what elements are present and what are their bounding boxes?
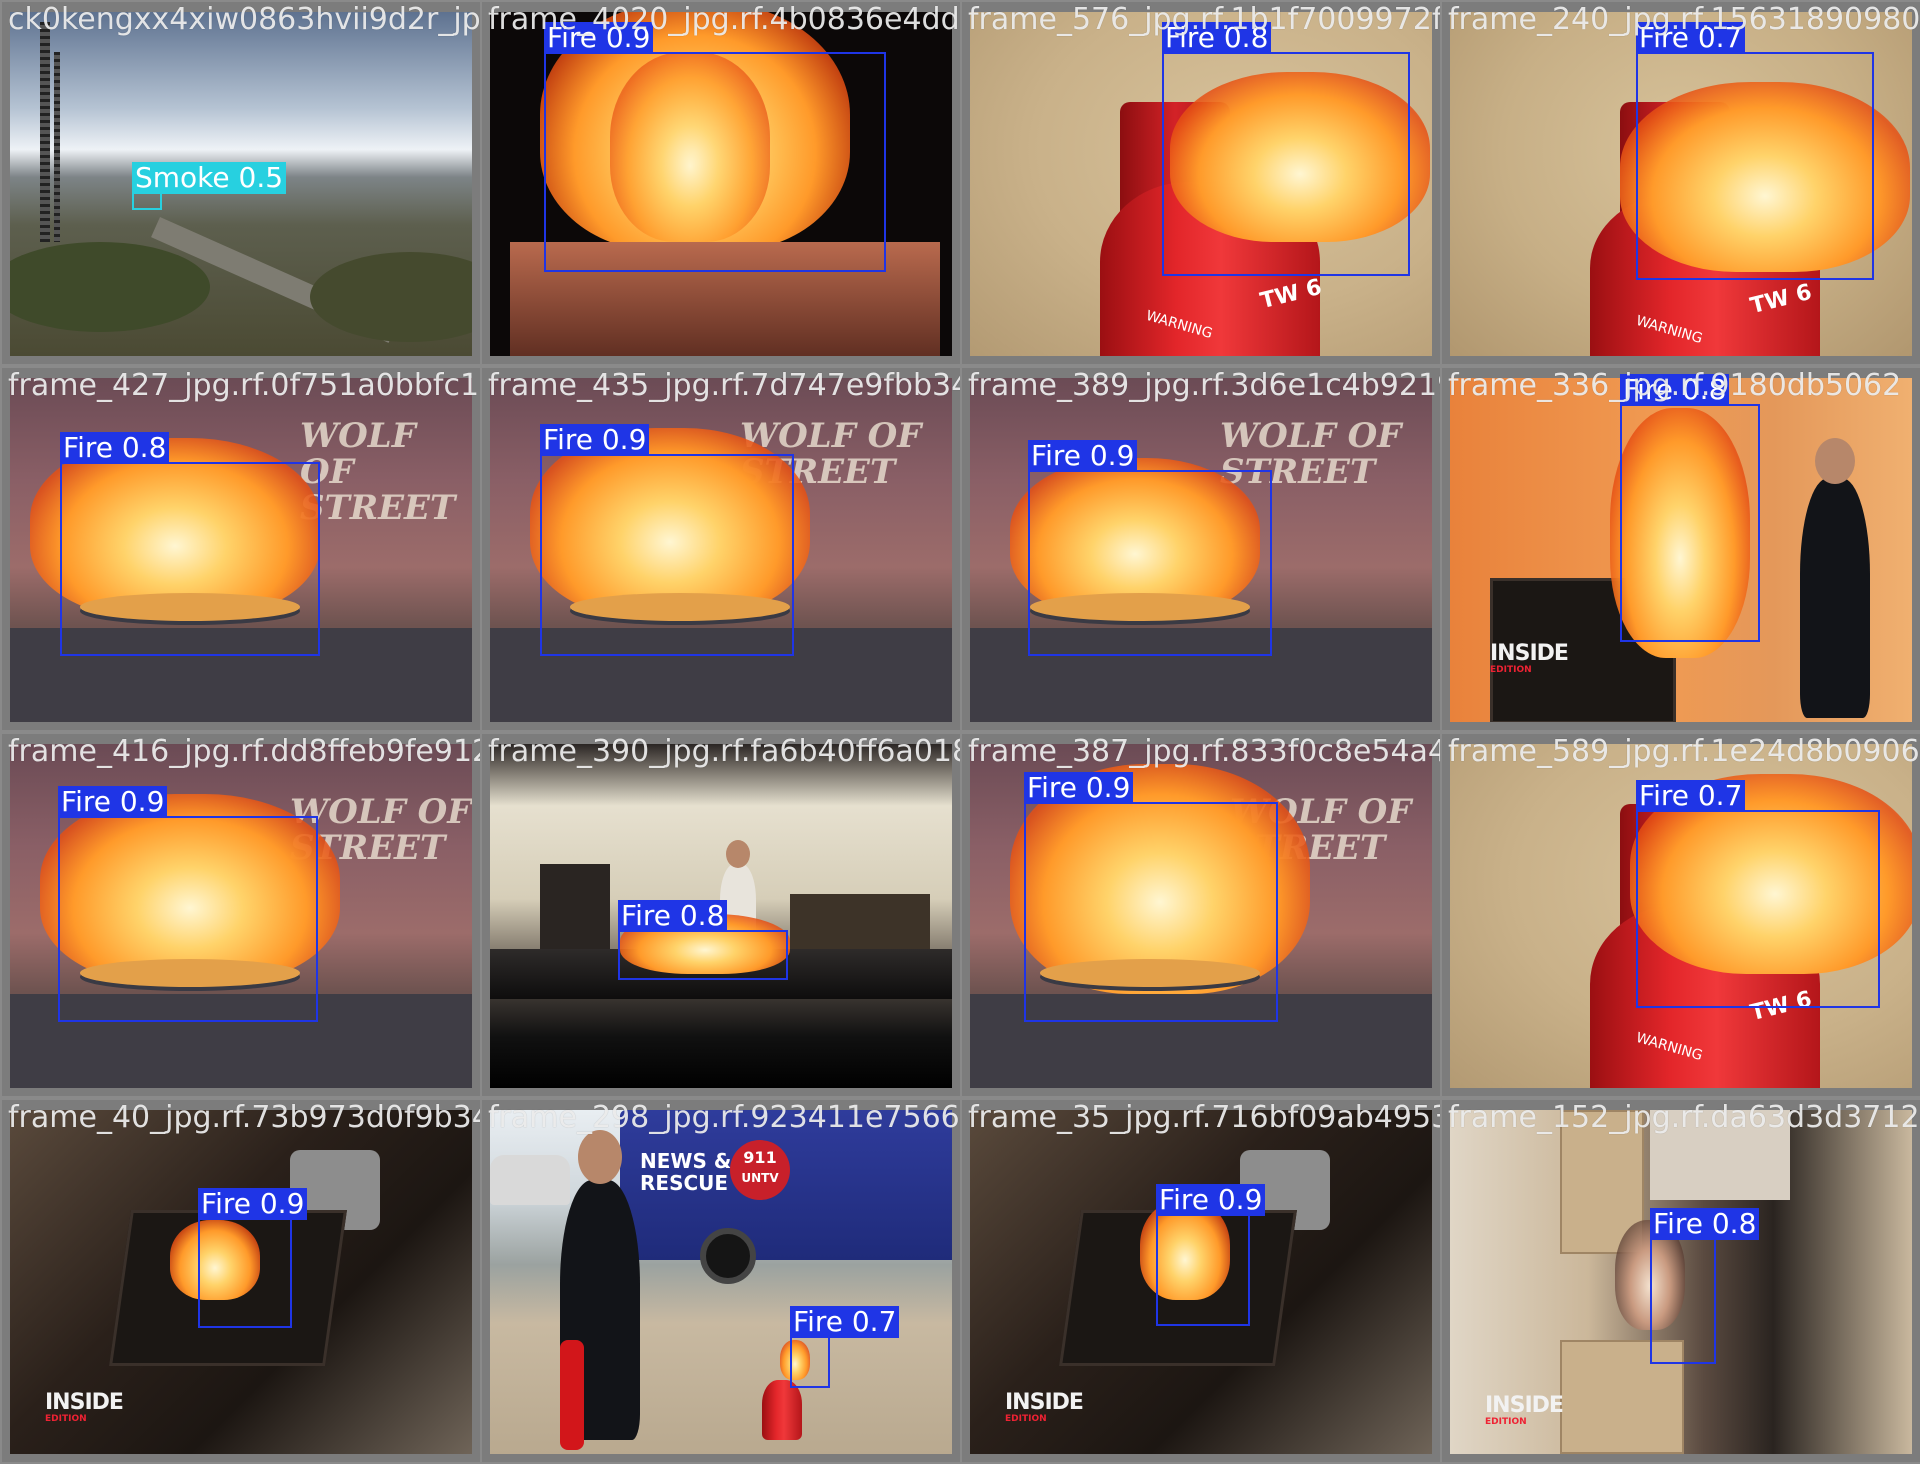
small-gas-cylinder xyxy=(762,1380,802,1440)
person-head xyxy=(578,1130,622,1184)
fire-bounding-box: Fire 0.9 xyxy=(540,424,794,656)
result-tile: ck0kengxx4xiw0863hvii9d2r_jpeg.rf. Smoke… xyxy=(2,2,480,364)
truck-wheel xyxy=(700,1228,756,1284)
result-tile: WOLF OF STREET frame_387_jpg.rf.833f0c8e… xyxy=(962,734,1440,1096)
parked-car xyxy=(490,1155,570,1205)
radio-tower xyxy=(54,52,60,242)
truck-text: NEWS & RESCUE xyxy=(640,1149,732,1195)
tile-photo: NEWS & RESCUE 911 UNTV xyxy=(490,1110,952,1454)
result-tile: TW 6 WARNING frame_589_jpg.rf.1e24d8b090… xyxy=(1442,734,1920,1096)
result-tile: frame_4020_jpg.rf.4b0836e4dd046f8ab7 Fir… xyxy=(482,2,960,364)
detection-label: Fire 0.8 xyxy=(1650,1208,1760,1240)
smoke-bounding-box: Smoke 0.5 xyxy=(132,162,287,210)
image-filename: frame_152_jpg.rf.da63d3d37125 xyxy=(1448,1100,1920,1135)
result-tile: INSIDE EDITION frame_152_jpg.rf.da63d3d37… xyxy=(1442,1100,1920,1462)
image-filename: frame_576_jpg.rf.1b1f7009972f2f5 xyxy=(968,2,1440,37)
image-filename: frame_40_jpg.rf.73b973d0f9b34 xyxy=(8,1100,480,1135)
person-head xyxy=(1815,438,1855,484)
image-filename: frame_387_jpg.rf.833f0c8e54a4 xyxy=(968,734,1440,769)
result-tile: INSIDE EDITION frame_35_jpg.rf.716bf09ab4… xyxy=(962,1100,1440,1462)
fire-bounding-box: Fire 0.8 xyxy=(60,432,320,656)
person xyxy=(1800,478,1870,718)
fire-bounding-box: Fire 0.8 xyxy=(618,900,788,980)
image-filename: ck0kengxx4xiw0863hvii9d2r_jpeg.rf. xyxy=(8,2,480,37)
fire-bounding-box: Fire 0.7 xyxy=(1636,780,1880,1008)
detection-label: Fire 0.9 xyxy=(58,786,168,818)
inside-edition-logo: INSIDE EDITION xyxy=(45,1390,124,1425)
person-head xyxy=(726,840,750,868)
detection-label: Fire 0.9 xyxy=(198,1188,308,1220)
image-filename: frame_589_jpg.rf.1e24d8b09065c xyxy=(1448,734,1920,769)
shrub xyxy=(310,252,472,342)
shrub xyxy=(10,242,210,332)
result-tile: INSIDE EDITION frame_40_jpg.rf.73b973d0f9… xyxy=(2,1100,480,1462)
result-tile: TW 6 WARNING frame_576_jpg.rf.1b1f700997… xyxy=(962,2,1440,364)
detection-label: Fire 0.7 xyxy=(1636,780,1746,812)
fire-bounding-box: Fire 0.8 xyxy=(1162,22,1410,276)
fire-bounding-box: Fire 0.9 xyxy=(58,786,318,1022)
image-filename: frame_390_jpg.rf.fa6b40ff6a0187 xyxy=(488,734,960,769)
fire-bounding-box: Fire 0.9 xyxy=(1024,772,1278,1022)
image-filename: frame_435_jpg.rf.7d747e9fbb349 xyxy=(488,368,960,403)
fire-bounding-box: Fire 0.8 xyxy=(1650,1208,1760,1364)
fire-extinguisher xyxy=(560,1340,584,1450)
inside-edition-logo: INSIDE EDITION xyxy=(1005,1390,1084,1425)
fire-bounding-box: Fire 0.7 xyxy=(1636,22,1874,280)
truck-badge: 911 UNTV xyxy=(730,1140,790,1200)
fire-bounding-box: Fire 0.8 xyxy=(1620,374,1760,642)
fire-bounding-box: Fire 0.9 xyxy=(1156,1184,1266,1326)
inside-edition-logo: INSIDE EDITION xyxy=(1485,1393,1564,1428)
image-filename: frame_298_jpg.rf.923411e7566 xyxy=(488,1100,960,1135)
image-filename: frame_240_jpg.rf.156318909807 xyxy=(1448,2,1920,37)
image-filename: frame_427_jpg.rf.0f751a0bbfc11 xyxy=(8,368,480,403)
detection-label: Fire 0.9 xyxy=(540,424,650,456)
detection-label: Fire 0.9 xyxy=(1156,1184,1266,1216)
fire-bounding-box: Fire 0.9 xyxy=(198,1188,308,1328)
detection-results-grid: ck0kengxx4xiw0863hvii9d2r_jpeg.rf. Smoke… xyxy=(0,0,1920,1464)
image-filename: frame_4020_jpg.rf.4b0836e4dd046f8ab7 xyxy=(488,2,960,37)
result-tile: TW 6 WARNING frame_240_jpg.rf.1563189098… xyxy=(1442,2,1920,364)
image-filename: frame_35_jpg.rf.716bf09ab4953 xyxy=(968,1100,1440,1135)
detection-label: Fire 0.9 xyxy=(1028,440,1138,472)
detection-label: Fire 0.8 xyxy=(60,432,170,464)
inside-edition-logo: INSIDE EDITION xyxy=(1490,641,1569,676)
detection-label: Fire 0.9 xyxy=(1024,772,1134,804)
result-tile: WOLF OF STREET frame_427_jpg.rf.0f751a0b… xyxy=(2,368,480,730)
result-tile: INSIDE EDITION frame_336_jpg.rf.9180db506… xyxy=(1442,368,1920,730)
result-tile: WOLF OF STREET frame_416_jpg.rf.dd8ffeb9… xyxy=(2,734,480,1096)
detection-label: Fire 0.8 xyxy=(618,900,728,932)
result-tile: NEWS & RESCUE 911 UNTV frame_298_jpg.rf.… xyxy=(482,1100,960,1462)
result-tile: WOLF OF STREET frame_435_jpg.rf.7d747e9f… xyxy=(482,368,960,730)
result-tile: WOLF OF STREET frame_389_jpg.rf.3d6e1c4b… xyxy=(962,368,1440,730)
result-tile: frame_390_jpg.rf.fa6b40ff6a0187 Fire 0.8 xyxy=(482,734,960,1096)
fire-bounding-box: Fire 0.7 xyxy=(790,1306,900,1388)
fire-bounding-box: Fire 0.9 xyxy=(544,22,886,272)
detection-label: Fire 0.7 xyxy=(790,1306,900,1338)
detection-label: Smoke 0.5 xyxy=(132,162,287,194)
image-filename: frame_336_jpg.rf.9180db5062 xyxy=(1448,368,1902,403)
studio-sign: WOLF OF STREET xyxy=(300,416,456,528)
radio-tower xyxy=(40,22,50,242)
fire-bounding-box: Fire 0.9 xyxy=(1028,440,1272,656)
image-filename: frame_389_jpg.rf.3d6e1c4b9219 xyxy=(968,368,1440,403)
image-filename: frame_416_jpg.rf.dd8ffeb9fe9122 xyxy=(8,734,480,769)
